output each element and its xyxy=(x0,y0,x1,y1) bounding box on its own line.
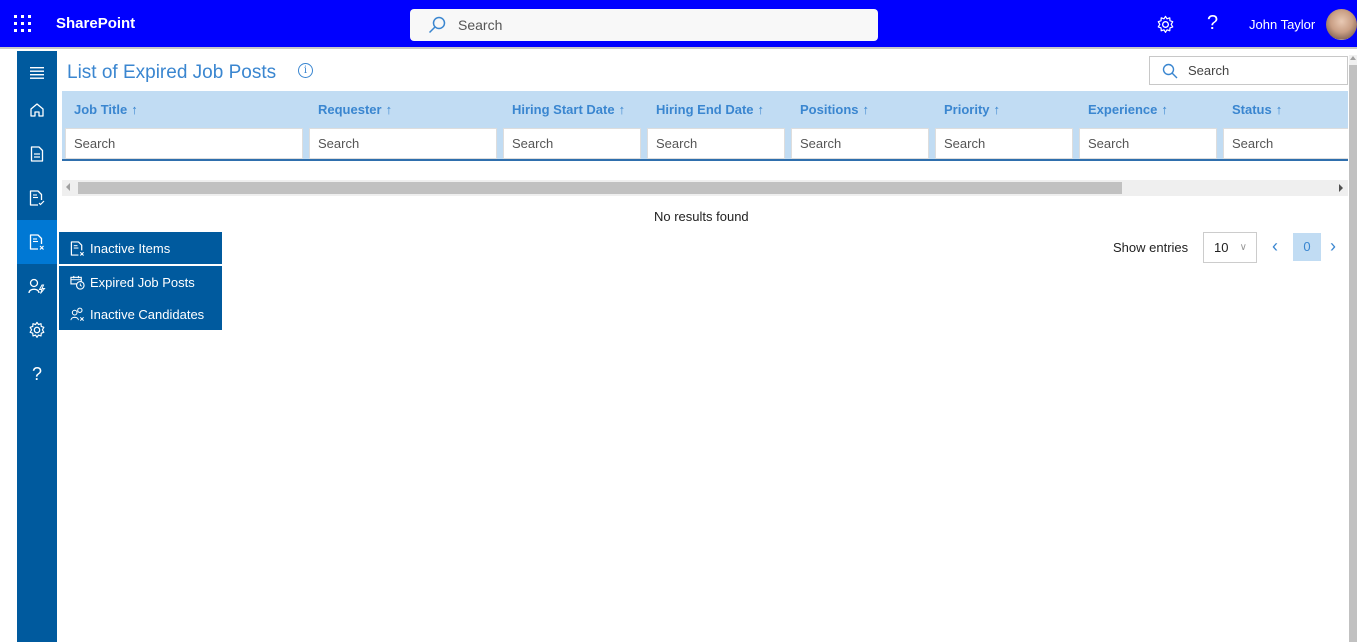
column-header[interactable]: Job Title ↑ xyxy=(74,102,138,117)
calendar-clock-icon xyxy=(70,275,85,290)
column-hiring-start-date: Hiring Start Date ↑ xyxy=(500,91,644,159)
column-priority: Priority ↑ xyxy=(932,91,1076,159)
sort-arrow-icon: ↑ xyxy=(385,102,393,117)
show-entries-label: Show entries xyxy=(1113,240,1189,255)
flyout-item-label: Inactive Candidates xyxy=(90,306,205,322)
nav-inactive-items-button[interactable] xyxy=(17,220,57,264)
filter-hiring-start-date[interactable] xyxy=(503,128,641,159)
current-page-button[interactable]: 0 xyxy=(1293,233,1321,261)
vertical-scroll-thumb[interactable] xyxy=(1349,65,1357,642)
gear-icon xyxy=(29,321,45,338)
vertical-scrollbar[interactable] xyxy=(1349,55,1357,642)
sort-arrow-icon: ↑ xyxy=(131,102,138,117)
flyout-item-inactive-candidates[interactable]: Inactive Candidates xyxy=(59,298,222,330)
flyout-header[interactable]: Inactive Items xyxy=(59,232,222,264)
column-header[interactable]: Hiring Start Date ↑ xyxy=(512,102,625,117)
nav-settings-button[interactable] xyxy=(17,308,57,352)
person-bolt-icon xyxy=(28,278,46,294)
grid-header: Job Title↑ Requester↑ Hiring Start Date↑… xyxy=(62,91,1348,161)
help-icon[interactable]: ? xyxy=(1207,12,1218,35)
sort-arrow-icon: ↑ xyxy=(1161,102,1168,117)
nav-help-button[interactable]: ? xyxy=(17,352,57,396)
page-title: List of Expired Job Posts xyxy=(67,62,277,83)
filter-job-title[interactable] xyxy=(65,128,303,159)
column-job-title: Job Title ↑ xyxy=(62,91,306,159)
column-header[interactable]: Status ↑ xyxy=(1232,102,1282,117)
search-icon xyxy=(428,16,446,34)
help-icon: ? xyxy=(31,363,42,384)
top-bar: SharePoint ? John Taylor xyxy=(0,0,1357,49)
flyout-item-expired-job-posts[interactable]: Expired Job Posts xyxy=(59,266,222,298)
sort-arrow-icon: ↑ xyxy=(1275,102,1283,117)
people-x-icon xyxy=(70,307,84,321)
global-search-input[interactable] xyxy=(458,17,838,33)
no-results-message: No results found xyxy=(654,209,749,224)
document-x-icon xyxy=(70,240,84,256)
settings-gear-icon[interactable] xyxy=(1156,15,1175,34)
home-icon xyxy=(30,103,44,117)
filter-requester[interactable] xyxy=(309,128,497,159)
flyout-item-label: Expired Job Posts xyxy=(90,274,195,290)
horizontal-scroll-thumb[interactable] xyxy=(78,182,1122,194)
column-header[interactable]: Requester ↑ xyxy=(318,102,392,117)
flyout-header-label: Inactive Items xyxy=(90,240,171,256)
avatar[interactable] xyxy=(1326,9,1357,40)
flyout-submenu: Expired Job Posts Inactive Candidates xyxy=(59,266,222,330)
search-icon xyxy=(1162,63,1178,78)
filter-status[interactable] xyxy=(1223,128,1348,159)
nav-people-button[interactable] xyxy=(17,264,57,308)
list-search-input[interactable] xyxy=(1188,63,1338,78)
list-search-box[interactable] xyxy=(1149,56,1348,85)
filter-hiring-end-date[interactable] xyxy=(647,128,785,159)
nav-documents-button[interactable] xyxy=(17,132,57,176)
column-experience: Experience ↑ xyxy=(1076,91,1220,159)
sort-arrow-icon: ↑ xyxy=(862,102,870,117)
entries-per-page-select[interactable]: 10 ∨ xyxy=(1203,232,1257,263)
document-icon xyxy=(30,146,44,162)
sort-arrow-icon: ↑ xyxy=(757,102,765,117)
global-search-box[interactable] xyxy=(410,9,878,41)
user-name[interactable]: John Taylor xyxy=(1249,17,1315,32)
document-check-icon xyxy=(29,190,45,206)
sort-arrow-icon: ↑ xyxy=(993,102,1001,117)
scroll-up-arrow-icon[interactable] xyxy=(1350,56,1356,60)
filter-experience[interactable] xyxy=(1079,128,1217,159)
scroll-right-arrow-icon[interactable] xyxy=(1339,184,1343,192)
nav-approved-button[interactable] xyxy=(17,176,57,220)
scroll-left-arrow-icon[interactable] xyxy=(66,183,70,191)
app-launcher-icon[interactable] xyxy=(14,15,32,33)
next-page-button[interactable]: › xyxy=(1330,236,1336,257)
chevron-down-icon: ∨ xyxy=(1239,242,1247,253)
nav-home-button[interactable] xyxy=(17,88,57,132)
app-name[interactable]: SharePoint xyxy=(56,15,135,32)
left-nav: ? xyxy=(17,51,57,642)
entries-value: 10 xyxy=(1214,240,1229,255)
sort-arrow-icon: ↑ xyxy=(618,102,626,117)
column-status: Status ↑ xyxy=(1220,91,1348,159)
previous-page-button[interactable]: ‹ xyxy=(1272,236,1278,257)
column-header[interactable]: Positions ↑ xyxy=(800,102,869,117)
document-x-icon xyxy=(29,234,44,250)
column-hiring-end-date: Hiring End Date ↑ xyxy=(644,91,788,159)
hamburger-icon xyxy=(30,67,44,79)
filter-priority[interactable] xyxy=(935,128,1073,159)
flyout-inactive-items[interactable]: Inactive Items xyxy=(59,232,222,264)
column-positions: Positions ↑ xyxy=(788,91,932,159)
info-icon[interactable]: i xyxy=(298,63,313,78)
column-header[interactable]: Hiring End Date ↑ xyxy=(656,102,764,117)
column-requester: Requester ↑ xyxy=(306,91,500,159)
horizontal-scrollbar[interactable] xyxy=(62,180,1348,196)
filter-positions[interactable] xyxy=(791,128,929,159)
column-header[interactable]: Experience ↑ xyxy=(1088,102,1168,117)
column-header[interactable]: Priority ↑ xyxy=(944,102,1000,117)
